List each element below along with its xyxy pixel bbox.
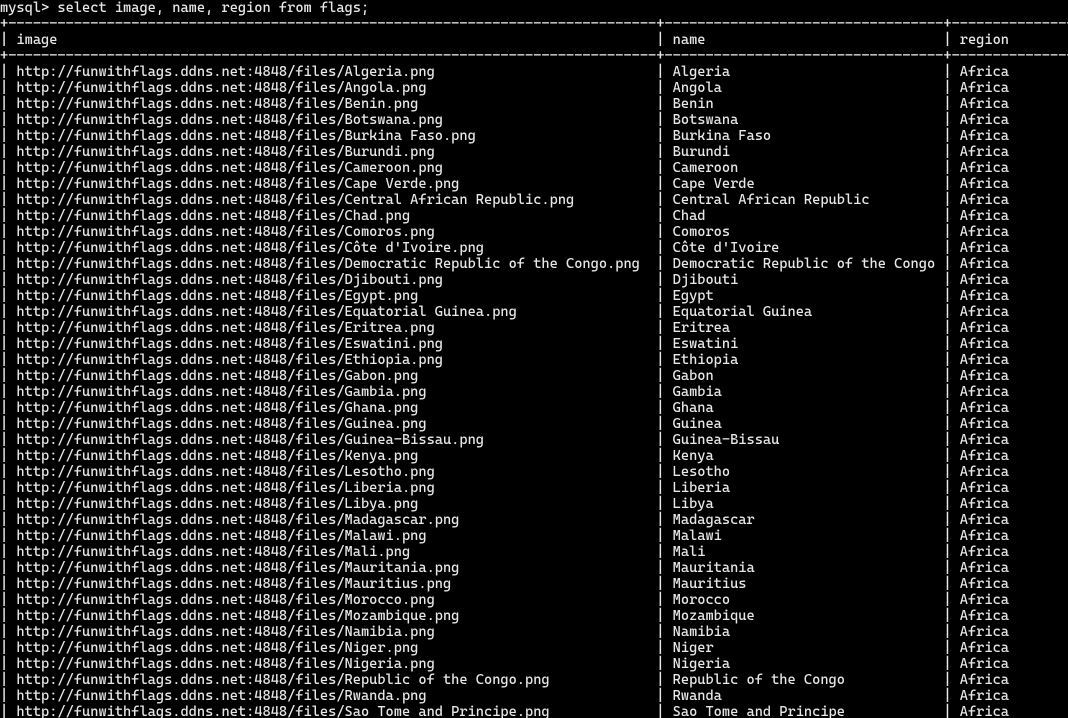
table-row: | http://funwithflags.ddns.net:4848/file…	[0, 400, 1068, 416]
table-row: | http://funwithflags.ddns.net:4848/file…	[0, 64, 1068, 80]
table-row: | http://funwithflags.ddns.net:4848/file…	[0, 448, 1068, 464]
mysql-prompt-line[interactable]: mysql> select image, name, region from f…	[0, 0, 1068, 16]
table-row: | http://funwithflags.ddns.net:4848/file…	[0, 272, 1068, 288]
table-row: | http://funwithflags.ddns.net:4848/file…	[0, 304, 1068, 320]
table-row: | http://funwithflags.ddns.net:4848/file…	[0, 432, 1068, 448]
table-row: | http://funwithflags.ddns.net:4848/file…	[0, 656, 1068, 672]
table-row: | http://funwithflags.ddns.net:4848/file…	[0, 704, 1068, 718]
table-separator: +---------------------------------------…	[0, 16, 1068, 32]
table-row: | http://funwithflags.ddns.net:4848/file…	[0, 640, 1068, 656]
table-row: | http://funwithflags.ddns.net:4848/file…	[0, 688, 1068, 704]
table-row: | http://funwithflags.ddns.net:4848/file…	[0, 224, 1068, 240]
table-row: | http://funwithflags.ddns.net:4848/file…	[0, 496, 1068, 512]
table-row: | http://funwithflags.ddns.net:4848/file…	[0, 176, 1068, 192]
table-row: | http://funwithflags.ddns.net:4848/file…	[0, 288, 1068, 304]
table-row: | http://funwithflags.ddns.net:4848/file…	[0, 112, 1068, 128]
table-row: | http://funwithflags.ddns.net:4848/file…	[0, 160, 1068, 176]
table-row: | http://funwithflags.ddns.net:4848/file…	[0, 624, 1068, 640]
table-row: | http://funwithflags.ddns.net:4848/file…	[0, 464, 1068, 480]
table-header-row: | image | name | region |	[0, 32, 1068, 48]
table-row: | http://funwithflags.ddns.net:4848/file…	[0, 208, 1068, 224]
table-row: | http://funwithflags.ddns.net:4848/file…	[0, 144, 1068, 160]
table-row: | http://funwithflags.ddns.net:4848/file…	[0, 672, 1068, 688]
table-row: | http://funwithflags.ddns.net:4848/file…	[0, 368, 1068, 384]
table-row: | http://funwithflags.ddns.net:4848/file…	[0, 512, 1068, 528]
table-row: | http://funwithflags.ddns.net:4848/file…	[0, 256, 1068, 272]
table-row: | http://funwithflags.ddns.net:4848/file…	[0, 416, 1068, 432]
table-row: | http://funwithflags.ddns.net:4848/file…	[0, 560, 1068, 576]
table-row: | http://funwithflags.ddns.net:4848/file…	[0, 128, 1068, 144]
table-row: | http://funwithflags.ddns.net:4848/file…	[0, 240, 1068, 256]
table-row: | http://funwithflags.ddns.net:4848/file…	[0, 192, 1068, 208]
table-separator: +---------------------------------------…	[0, 48, 1068, 64]
table-row: | http://funwithflags.ddns.net:4848/file…	[0, 352, 1068, 368]
table-row: | http://funwithflags.ddns.net:4848/file…	[0, 608, 1068, 624]
table-row: | http://funwithflags.ddns.net:4848/file…	[0, 528, 1068, 544]
table-row: | http://funwithflags.ddns.net:4848/file…	[0, 576, 1068, 592]
table-row: | http://funwithflags.ddns.net:4848/file…	[0, 592, 1068, 608]
table-row: | http://funwithflags.ddns.net:4848/file…	[0, 384, 1068, 400]
table-row: | http://funwithflags.ddns.net:4848/file…	[0, 320, 1068, 336]
table-row: | http://funwithflags.ddns.net:4848/file…	[0, 80, 1068, 96]
table-row: | http://funwithflags.ddns.net:4848/file…	[0, 480, 1068, 496]
table-row: | http://funwithflags.ddns.net:4848/file…	[0, 544, 1068, 560]
table-row: | http://funwithflags.ddns.net:4848/file…	[0, 336, 1068, 352]
table-row: | http://funwithflags.ddns.net:4848/file…	[0, 96, 1068, 112]
terminal-output[interactable]: mysql> select image, name, region from f…	[0, 0, 1068, 718]
